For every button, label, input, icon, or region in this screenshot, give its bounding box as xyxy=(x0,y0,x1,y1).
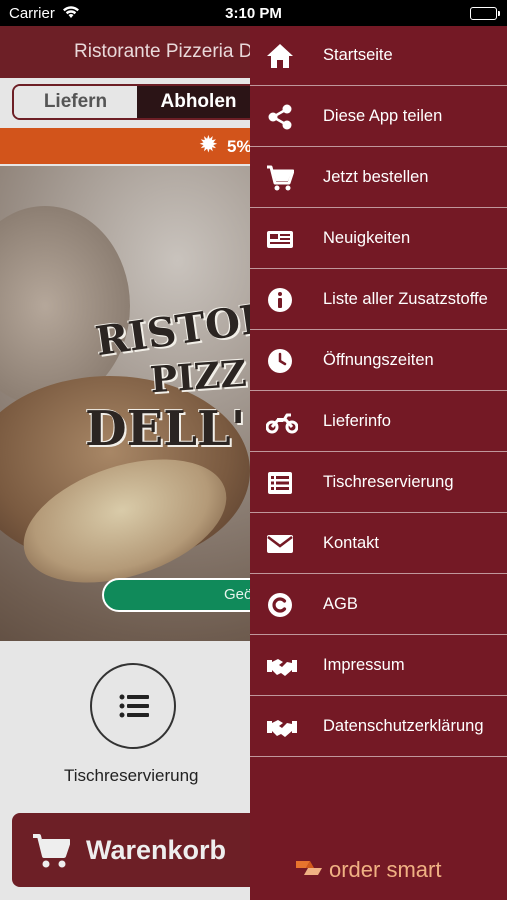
drawer-item-label: Jetzt bestellen xyxy=(323,168,429,186)
order-mode-toggle: Liefern Abholen xyxy=(12,84,262,120)
handshake-icon xyxy=(266,713,297,741)
share-icon xyxy=(266,103,294,131)
drawer-item-privacy[interactable]: Datenschutzerklärung xyxy=(250,697,507,757)
info-icon xyxy=(266,286,294,314)
drawer-item-opening-hours[interactable]: Öffnungszeiten xyxy=(250,331,507,391)
status-bar: Carrier 3:10 PM xyxy=(0,0,507,26)
drawer-item-startseite[interactable]: Startseite xyxy=(250,26,507,86)
copyright-icon xyxy=(266,591,294,619)
motorcycle-icon xyxy=(265,408,299,436)
drawer-item-reservation[interactable]: Tischreservierung xyxy=(250,453,507,513)
drawer-item-share[interactable]: Diese App teilen xyxy=(250,87,507,147)
drawer-item-news[interactable]: Neuigkeiten xyxy=(250,209,507,269)
drawer-item-label: Datenschutzerklärung xyxy=(323,717,484,735)
list-icon xyxy=(266,469,294,497)
drawer-item-delivery-info[interactable]: Lieferinfo xyxy=(250,392,507,452)
news-icon xyxy=(266,225,294,253)
drawer-item-label: Kontakt xyxy=(323,534,379,552)
drawer-item-label: Diese App teilen xyxy=(323,107,443,125)
home-icon xyxy=(266,42,294,70)
logo-line-3: DELL' xyxy=(85,401,246,457)
brand-logo: order smart xyxy=(294,856,441,884)
envelope-icon xyxy=(266,530,294,558)
liefern-tab[interactable]: Liefern xyxy=(14,86,137,118)
handshake-icon xyxy=(266,652,297,680)
reservation-label: Tischreservierung xyxy=(64,766,199,785)
cart-icon xyxy=(266,164,295,192)
battery-icon xyxy=(470,7,500,20)
drawer-item-label: Tischreservierung xyxy=(323,473,454,491)
drawer-item-contact[interactable]: Kontakt xyxy=(250,514,507,574)
clock-time: 3:10 PM xyxy=(225,5,282,22)
abholen-tab[interactable]: Abholen xyxy=(137,86,260,118)
promo-text: 5% xyxy=(227,137,252,156)
brand-name: order smart xyxy=(329,857,442,882)
drawer-item-imprint[interactable]: Impressum xyxy=(250,636,507,696)
drawer-item-label: Impressum xyxy=(323,656,405,674)
reservation-button[interactable] xyxy=(90,663,176,749)
logo-line-2: PIZZ xyxy=(148,352,248,402)
drawer-item-agb[interactable]: AGB xyxy=(250,575,507,635)
discount-badge-icon: ✹ xyxy=(200,134,217,156)
drawer-item-label: AGB xyxy=(323,595,358,613)
clock-icon xyxy=(266,347,294,375)
page-title: Ristorante Pizzeria D xyxy=(74,41,253,62)
drawer-item-label: Neuigkeiten xyxy=(323,229,411,247)
drawer-item-order[interactable]: Jetzt bestellen xyxy=(250,148,507,208)
side-drawer: Startseite Diese App teilen Jetzt bestel… xyxy=(250,26,507,900)
drawer-item-label: Lieferinfo xyxy=(323,412,391,430)
drawer-item-label: Startseite xyxy=(323,46,393,64)
cart-label: Warenkorb xyxy=(86,835,227,865)
drawer-item-additives[interactable]: Liste aller Zusatzstoffe xyxy=(250,270,507,330)
drawer-item-label: Liste aller Zusatzstoffe xyxy=(323,290,488,308)
order-smart-logo-icon xyxy=(294,857,324,884)
drawer-item-label: Öffnungszeiten xyxy=(323,351,434,369)
